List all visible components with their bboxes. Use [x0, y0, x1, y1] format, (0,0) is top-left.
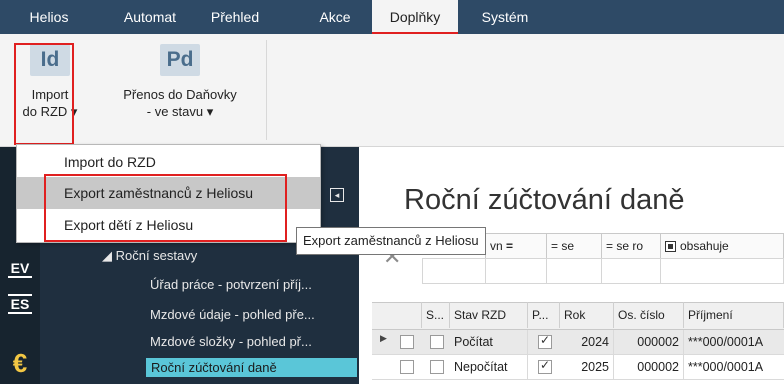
- cell-os-cislo: 000002: [614, 330, 684, 354]
- row-select-checkbox[interactable]: [400, 335, 414, 349]
- menu-item-import-do-rzd[interactable]: Import do RZD: [17, 146, 320, 178]
- tree-item-urad-prace[interactable]: Úřad práce - potvrzení příj...: [150, 277, 312, 292]
- cell-stav-rzd: Nepočítat: [450, 355, 528, 379]
- euro-module-icon[interactable]: €: [0, 348, 40, 379]
- import-label-line1: Import: [31, 87, 69, 102]
- row-s-checkbox[interactable]: [430, 335, 444, 349]
- row-select-checkbox[interactable]: [400, 360, 414, 374]
- collapse-panel-icon[interactable]: ◂: [330, 188, 344, 202]
- ev-module-icon[interactable]: EV: [0, 260, 40, 278]
- tab-doplnky[interactable]: Doplňky: [372, 0, 458, 34]
- tree-item-rocni-zuctovani[interactable]: Roční zúčtování daně: [146, 358, 357, 377]
- filter-cell-2[interactable]: = se: [546, 233, 602, 259]
- column-header-p[interactable]: P...: [528, 302, 560, 328]
- tab-automat[interactable]: Automat: [110, 0, 190, 34]
- prenos-document-icon: Pd: [160, 44, 200, 76]
- menu-bar: Helios Automat Přehled Akce Doplňky Syst…: [0, 0, 784, 34]
- column-header-rok[interactable]: Rok: [560, 302, 614, 328]
- tab-akce[interactable]: Akce: [304, 0, 366, 34]
- row-p-checkbox[interactable]: [538, 358, 552, 374]
- row-p-checkbox[interactable]: [538, 333, 552, 349]
- menu-item-export-zamestnancu[interactable]: Export zaměstnanců z Heliosu: [17, 177, 320, 209]
- cell-os-cislo: 000002: [614, 355, 684, 379]
- cell-rok: 2024: [560, 330, 614, 354]
- import-label-line2: do RZD ▾: [22, 104, 78, 119]
- tree-item-mzdove-udaje[interactable]: Mzdové údaje - pohled pře...: [150, 307, 315, 322]
- tab-prehled[interactable]: Přehled: [195, 0, 275, 34]
- prenos-label-line2: - ve stavu ▾: [146, 104, 214, 119]
- filter-input-1[interactable]: [422, 258, 486, 284]
- filter-input-4[interactable]: [601, 258, 661, 284]
- filter-mode-icon: [665, 241, 676, 253]
- cell-prijmeni: ***000/0001A: [688, 360, 764, 374]
- page-title: Roční zúčtování daně: [404, 184, 685, 216]
- tree-item-rocni-sestavy[interactable]: ◢ Roční sestavy: [102, 248, 197, 264]
- tab-system[interactable]: Systém: [470, 0, 540, 34]
- cell-prijmeni: ***000/0001A: [688, 335, 764, 349]
- import-document-icon: Id: [30, 44, 70, 76]
- current-row-indicator-icon: ▶: [380, 333, 387, 343]
- filter-input-5[interactable]: [660, 258, 784, 284]
- tooltip: Export zaměstnanců z Heliosu: [296, 227, 486, 255]
- filter-cell-4[interactable]: obsahuje: [660, 233, 784, 259]
- import-dropdown-menu: Import do RZD Export zaměstnanců z Helio…: [16, 144, 321, 243]
- prenos-label-line1: Přenos do Daňovky: [123, 87, 237, 102]
- filter-input-2[interactable]: [485, 258, 547, 284]
- column-header-s[interactable]: S...: [422, 302, 450, 328]
- import-rzd-button[interactable]: Id Import do RZD ▾: [20, 44, 80, 120]
- es-module-icon[interactable]: ES: [0, 294, 40, 314]
- grid-header-selector: [372, 302, 422, 328]
- prenos-danovky-button[interactable]: Pd Přenos do Daňovky - ve stavu ▾: [100, 44, 260, 120]
- cell-stav-rzd: Počítat: [450, 330, 528, 354]
- column-header-prijmeni[interactable]: Příjmení: [684, 302, 784, 328]
- tab-helios[interactable]: Helios: [15, 0, 83, 34]
- filter-cell-3[interactable]: = se ro: [601, 233, 661, 259]
- filter-input-3[interactable]: [546, 258, 602, 284]
- ribbon-group-separator: [266, 40, 267, 140]
- column-header-stav-rzd[interactable]: Stav RZD: [450, 302, 528, 328]
- tree-item-mzdove-slozky[interactable]: Mzdové složky - pohled př...: [150, 334, 312, 349]
- filter-cell-1[interactable]: vn =: [485, 233, 547, 259]
- row-s-checkbox[interactable]: [430, 360, 444, 374]
- menu-item-export-deti[interactable]: Export dětí z Heliosu: [17, 209, 320, 241]
- cell-rok: 2025: [560, 355, 614, 379]
- column-header-os-cislo[interactable]: Os. číslo: [614, 302, 684, 328]
